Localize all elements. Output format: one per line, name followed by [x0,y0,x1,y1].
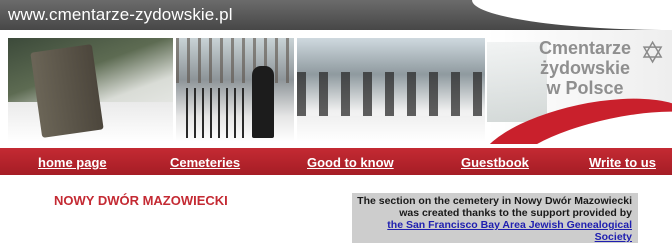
photo-gate [186,88,246,138]
photo-snow [297,116,485,142]
site-logo[interactable]: Cmentarze żydowskie w Polsce ✡ [487,30,672,144]
sponsor-note: The section on the cemetery in Nowy Dwór… [352,193,638,243]
nav-write-to-us[interactable]: Write to us [589,155,656,170]
main-nav: home page Cemeteries Good to know Guestb… [0,148,672,175]
photo-tombstone [30,44,104,138]
photo-man [252,66,274,138]
nav-good-to-know[interactable]: Good to know [307,155,394,170]
top-bar: www.cmentarze-zydowskie.pl [0,0,672,30]
sponsor-text-1: The section on the cemetery in Nowy Dwór… [357,195,632,207]
logo-line-1: Cmentarze [538,38,632,58]
sponsor-link-2[interactable]: Society [595,231,632,243]
star-of-david-icon: ✡ [640,37,666,70]
header-banner: Cmentarze żydowskie w Polsce ✡ [0,30,672,144]
logo-text: Cmentarze żydowskie w Polsce [530,38,640,98]
site-url[interactable]: www.cmentarze-zydowskie.pl [8,5,233,25]
banner-photo-rabbi [176,38,294,142]
nav-cemeteries[interactable]: Cemeteries [170,155,240,170]
sponsor-text-2: was created thanks to the support provid… [399,207,632,219]
banner-photo-tombstone [8,38,173,142]
nav-guestbook[interactable]: Guestbook [461,155,529,170]
page-title: NOWY DWÓR MAZOWIECKI [54,193,228,208]
nav-home-page[interactable]: home page [38,155,107,170]
banner-photo-cemetery [297,38,485,142]
logo-line-2: żydowskie [539,58,631,78]
photo-trees [176,38,294,83]
sponsor-link-1[interactable]: the San Francisco Bay Area Jewish Geneal… [387,219,632,231]
top-bar-curve [472,0,672,30]
logo-line-3: w Polsce [546,78,624,98]
